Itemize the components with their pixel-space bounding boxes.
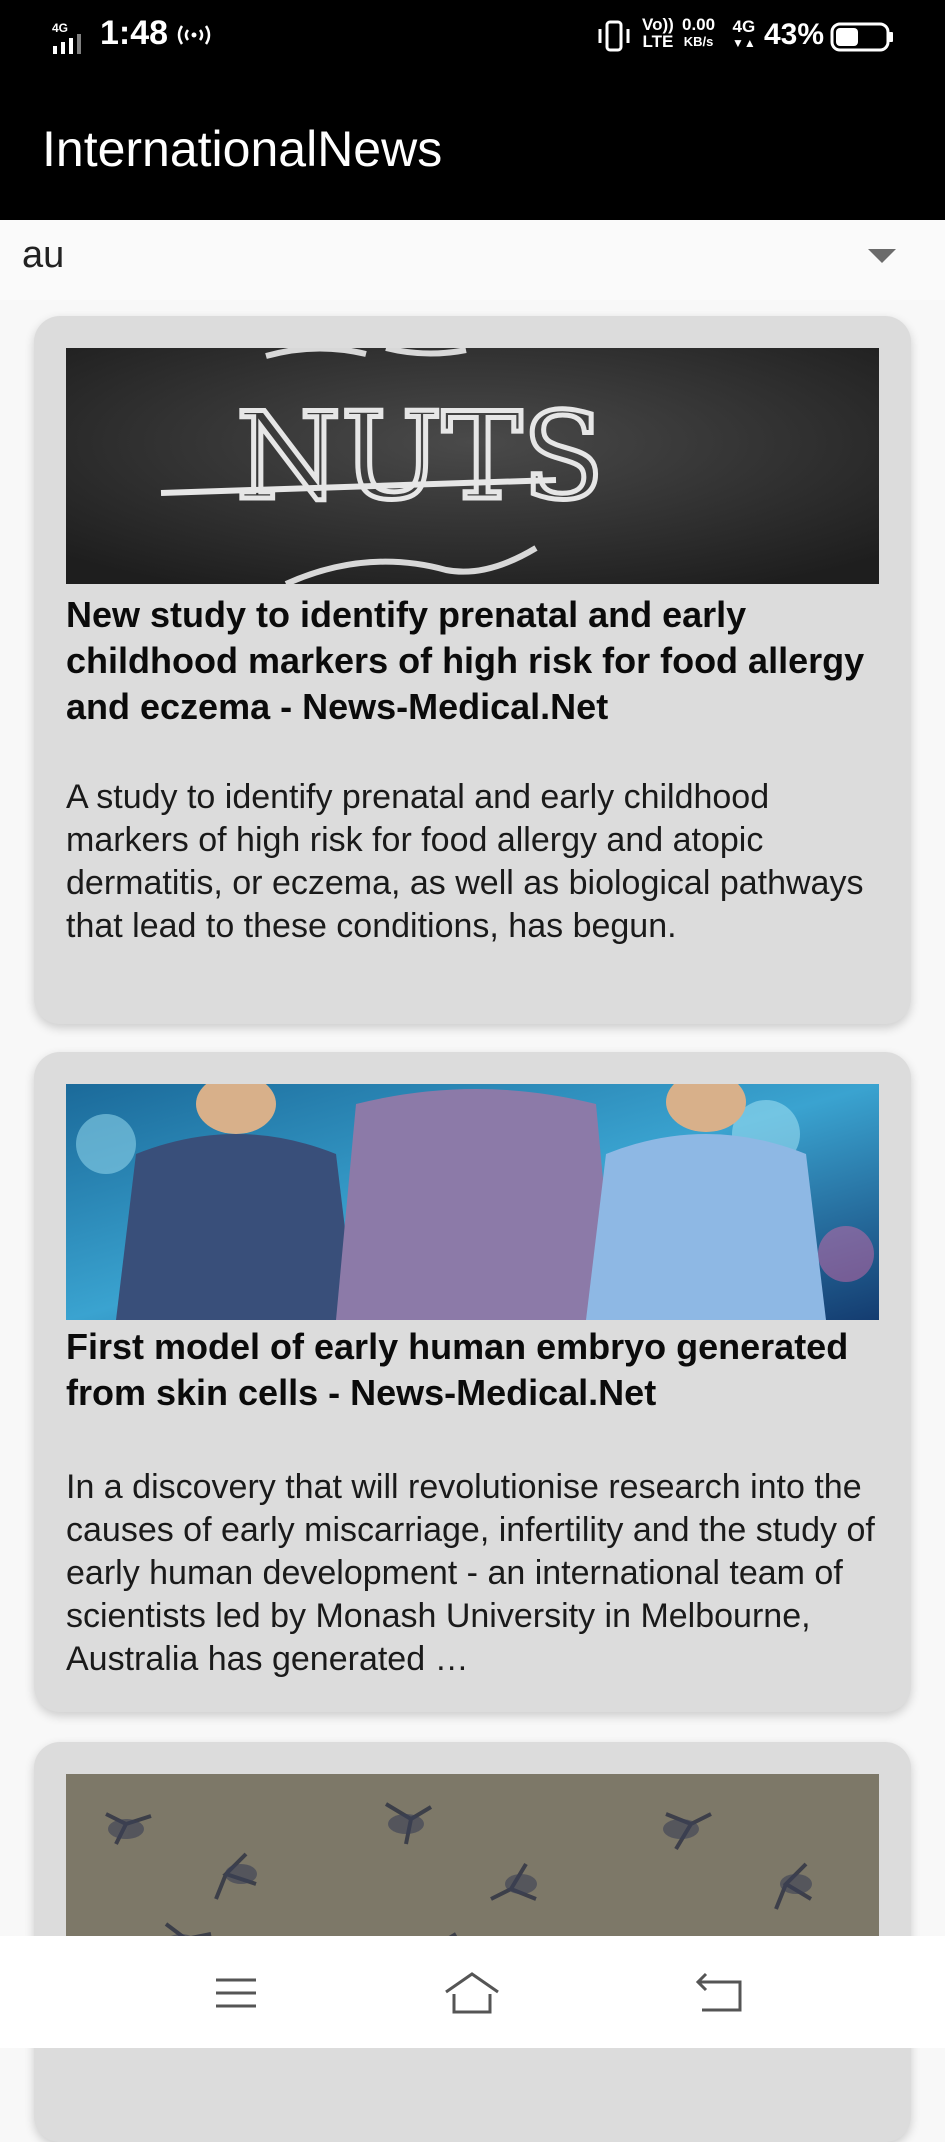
svg-text:NUTS: NUTS [236,388,604,527]
navigation-bar [0,1936,945,2048]
battery-percent: 43% [764,18,825,51]
signal-icon: 4G [52,21,81,54]
article-card[interactable]: NUTS New study to identify prenatal and … [34,316,911,1024]
country-selected-value: au [22,234,65,276]
article-title[interactable]: New study to identify prenatal and early… [66,592,896,730]
hotspot-icon [177,25,211,45]
volte-indicator: Vo)) LTE [642,15,674,51]
back-icon[interactable] [690,1968,750,2018]
dropdown-arrow-icon [868,249,896,263]
article-description: In a discovery that will revolutionise r… [66,1468,875,1678]
article-image: NUTS [66,348,879,584]
status-bar: 4G 1:48 Vo)) LTE 0.00 KB/s 4G ▼▲ 43% [0,0,945,76]
app-bar: InternationalNews [0,76,945,220]
article-image [66,1084,879,1320]
article-card[interactable]: First model of early human embryo genera… [34,1052,911,1712]
app-title: InternationalNews [42,121,443,177]
mobile-data-indicator: 4G ▼▲ [732,17,756,50]
country-dropdown[interactable]: au [0,220,945,300]
menu-icon[interactable] [206,1968,266,2018]
home-icon[interactable] [442,1968,502,2018]
network-speed: 0.00 KB/s [682,15,716,49]
vibrate-icon [598,20,630,52]
battery-icon [830,22,893,52]
article-description: A study to identify prenatal and early c… [66,778,864,945]
clock: 1:48 [100,14,169,52]
svg-text:4G: 4G [52,21,68,35]
article-title[interactable]: First model of early human embryo genera… [66,1324,896,1416]
